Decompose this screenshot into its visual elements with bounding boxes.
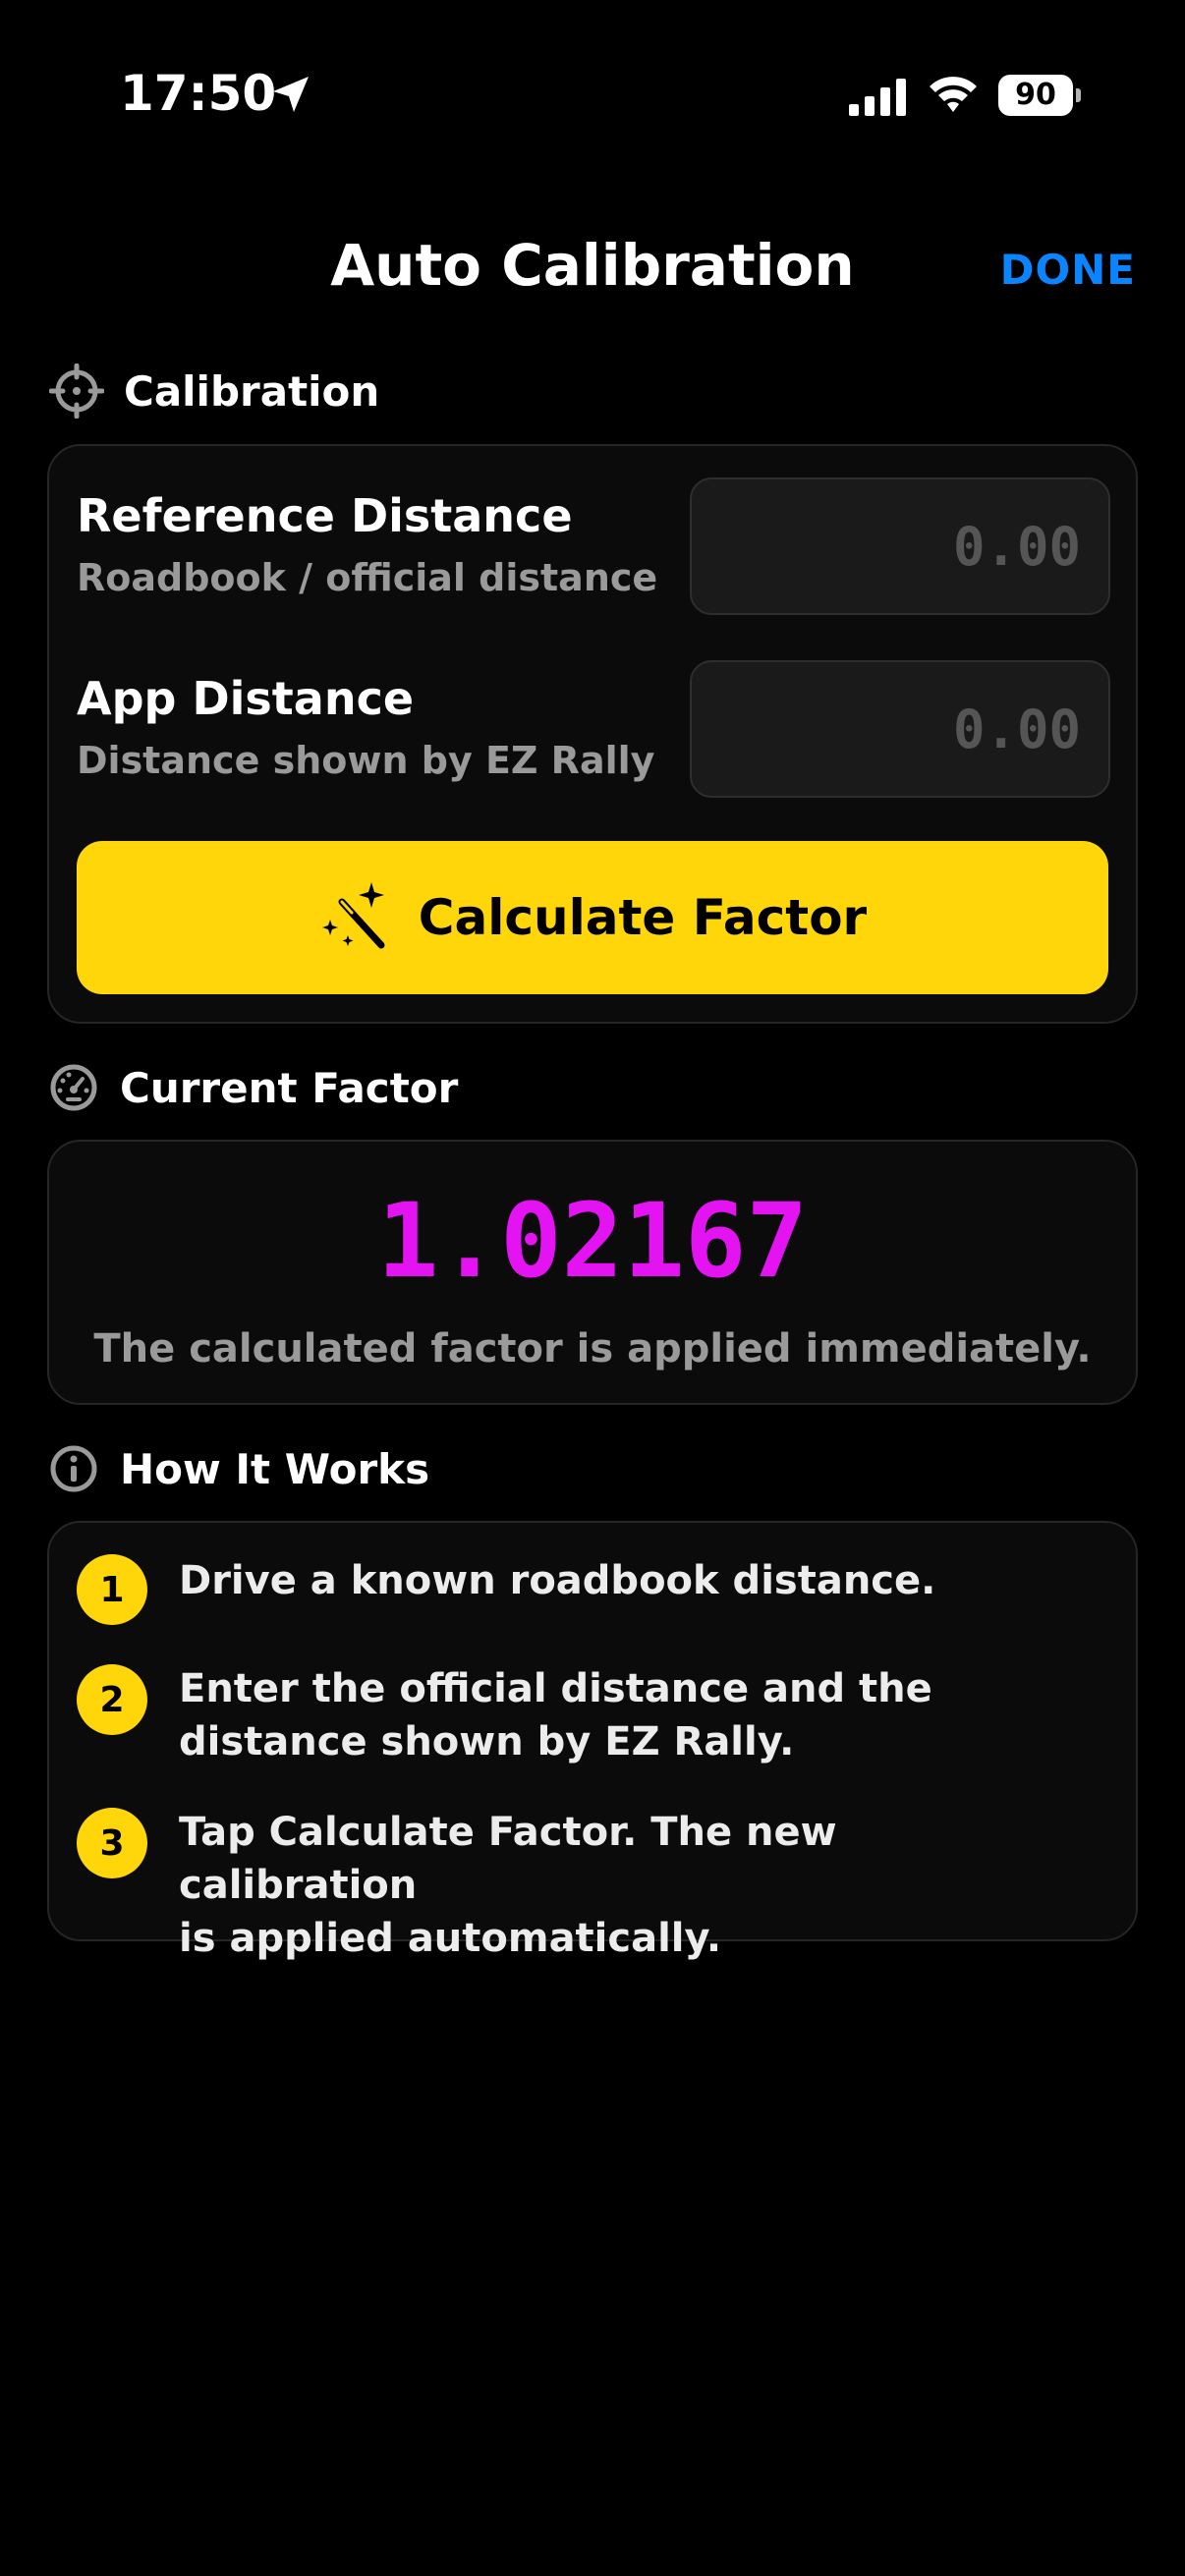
calculate-factor-button[interactable]: Calculate Factor [77,841,1108,994]
status-time: 17:50 [120,65,277,122]
status-bar: 17:50 90 [0,0,1185,196]
crosshair-icon [49,364,104,419]
step-text-line: Drive a known roadbook distance. [179,1558,936,1603]
wifi-icon [930,77,977,112]
reference-distance-input[interactable] [692,479,1108,613]
calculate-factor-label: Calculate Factor [418,889,868,946]
app-distance-field[interactable] [690,660,1110,798]
current-factor-section-label: Current Factor [120,1063,459,1112]
current-factor-card: 1.02167 The calculated factor is applied… [47,1140,1138,1405]
current-factor-note: The calculated factor is applied immedia… [93,1326,1092,1372]
calibration-section-header: Calibration [49,364,379,419]
step-number: 2 [77,1664,147,1735]
how-it-works-section-header: How It Works [49,1444,429,1493]
current-factor-value: 1.02167 [376,1181,809,1301]
battery-icon: 90 [998,75,1081,116]
step-number: 1 [77,1554,147,1625]
current-factor-section-header: Current Factor [49,1063,458,1112]
step-text-line: Enter the official distance and the [179,1666,932,1711]
step-text-line: Tap Calculate Factor. The new calibratio… [179,1810,837,1908]
app-distance-title: App Distance [77,672,415,725]
battery-cap [1076,88,1081,102]
reference-distance-field[interactable] [690,477,1110,615]
step-text: Enter the official distance and the dist… [179,1662,1063,1768]
reference-distance-subtitle: Roadbook / official distance [77,556,658,599]
auto-calibration-screen: 17:50 90 Auto Calibration DONE Calibrati… [0,0,1185,2576]
step-text-line: is applied automatically. [179,1916,722,1961]
app-distance-subtitle: Distance shown by EZ Rally [77,739,655,782]
info-icon [50,1445,97,1492]
step-text: Drive a known roadbook distance. [179,1554,1063,1625]
step-item: 3 Tap Calculate Factor. The new calibrat… [77,1806,1108,1965]
how-it-works-card: 1 Drive a known roadbook distance. 2 Ent… [47,1521,1138,1961]
step-item: 2 Enter the official distance and the di… [77,1662,1108,1768]
step-text-line: distance shown by EZ Rally. [179,1719,795,1764]
step-number: 3 [77,1808,147,1878]
step-text: Tap Calculate Factor. The new calibratio… [179,1806,1063,1965]
gauge-icon [50,1064,97,1111]
step-item: 1 Drive a known roadbook distance. [77,1554,1108,1625]
location-arrow-icon [273,77,309,112]
battery-level: 90 [1015,78,1056,112]
reference-distance-title: Reference Distance [77,489,573,542]
signal-icon [849,79,906,116]
app-distance-input[interactable] [692,662,1108,796]
calibration-card: Reference Distance Roadbook / official d… [47,444,1138,1024]
done-button[interactable]: DONE [1000,246,1136,294]
magic-wand-icon [321,882,385,949]
how-it-works-section-label: How It Works [120,1444,430,1493]
calibration-section-label: Calibration [124,366,380,416]
